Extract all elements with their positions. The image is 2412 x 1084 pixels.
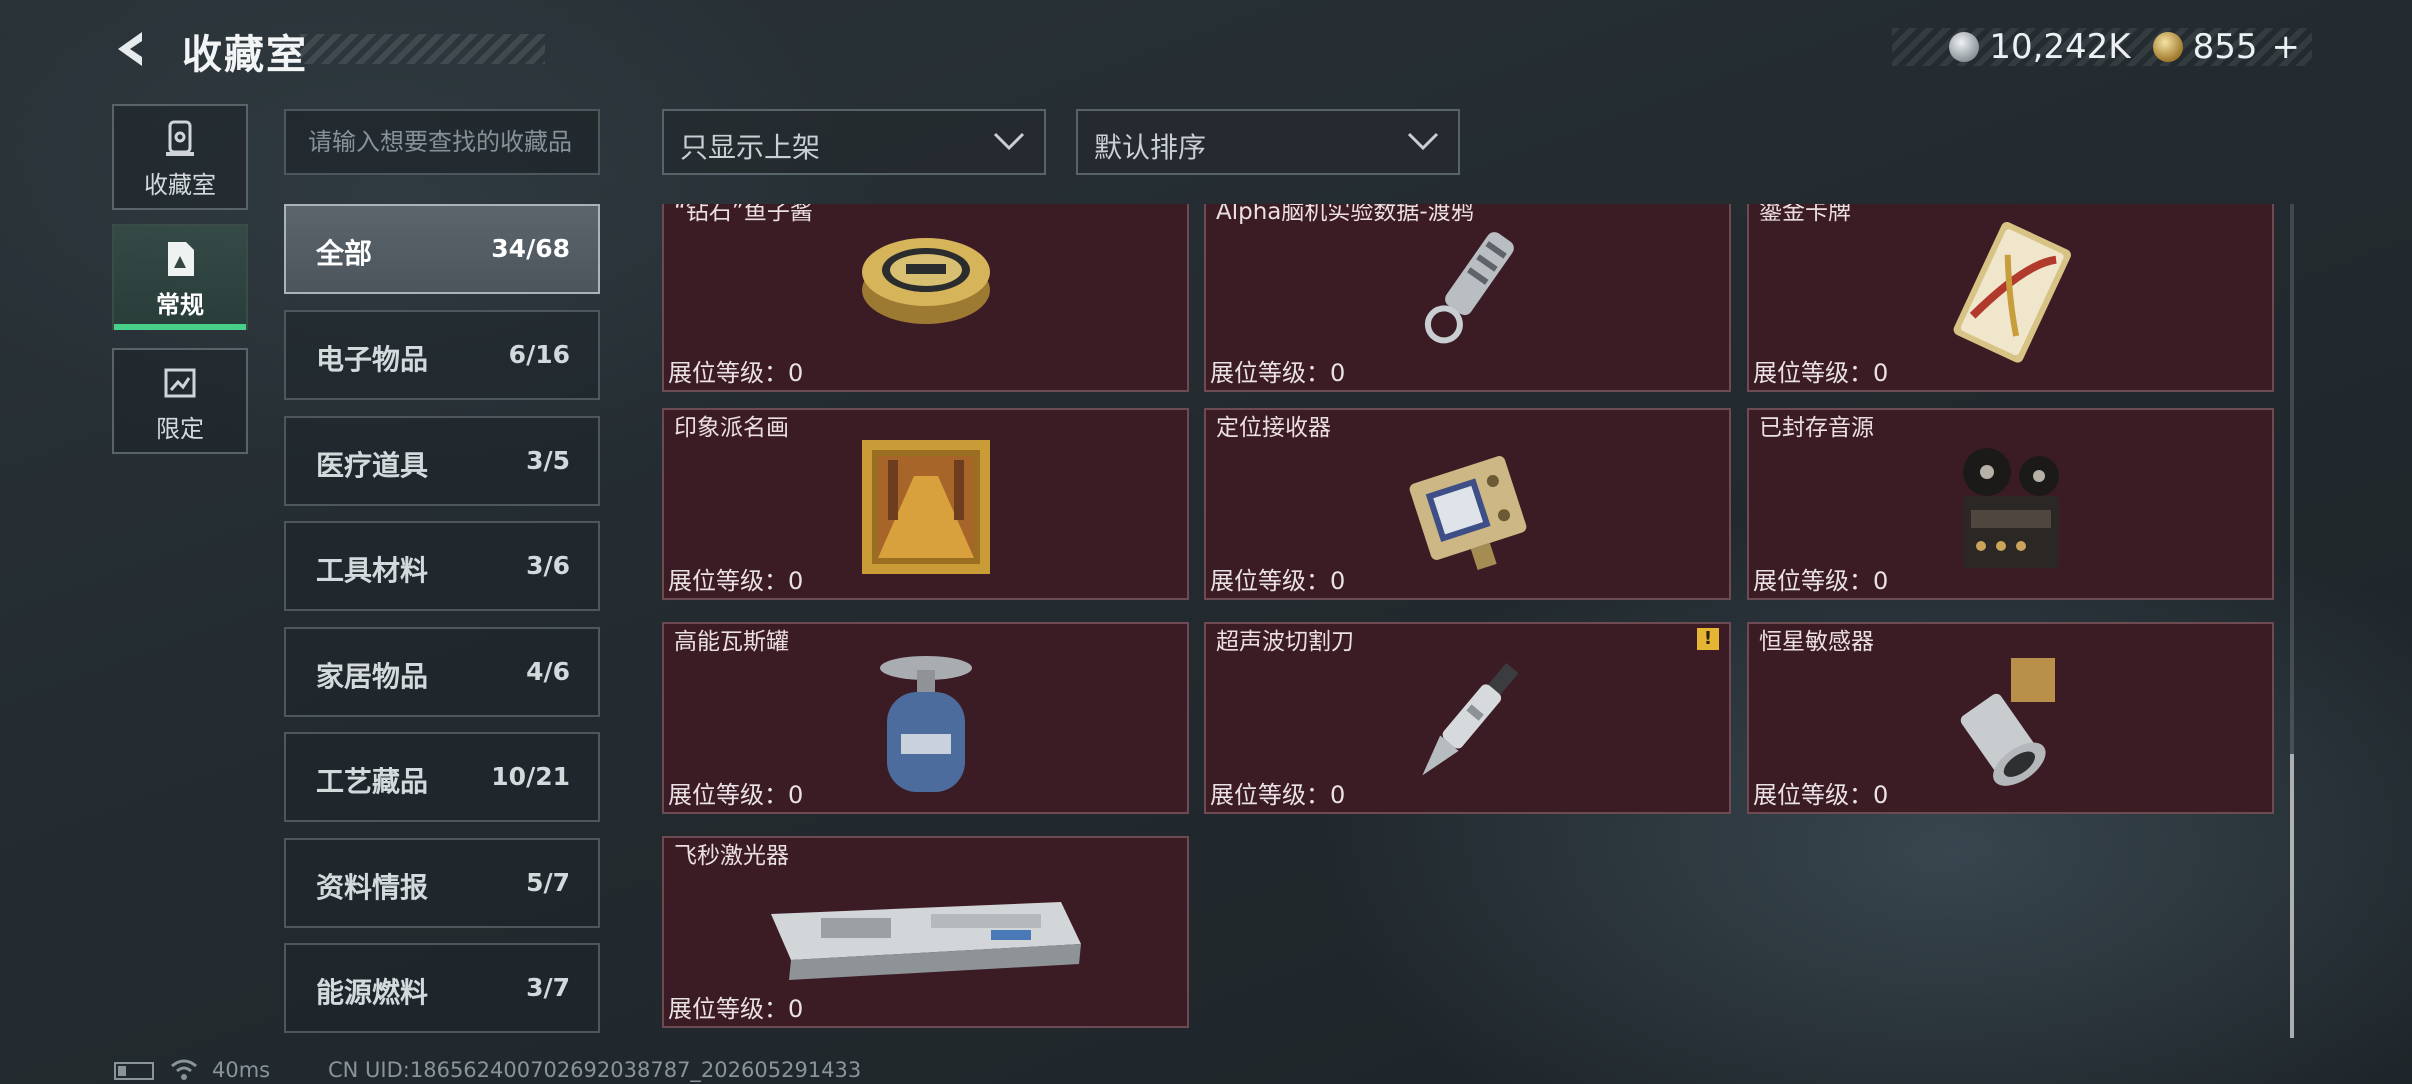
framed-painting-icon xyxy=(861,440,990,574)
item-card[interactable]: 鎏金卡牌 展位等级：0 xyxy=(1747,204,2274,392)
category-count: 10/21 xyxy=(491,762,570,791)
category-count: 4/6 xyxy=(526,657,570,686)
nav-label: 收藏室 xyxy=(144,171,216,199)
display-level: 展位等级：0 xyxy=(668,567,804,595)
category-medical[interactable]: 医疗道具 3/5 xyxy=(284,416,600,506)
battery-icon xyxy=(114,1062,154,1080)
item-name: “钻石”鱼子酱 xyxy=(674,204,813,225)
silver-balance: 10,242K xyxy=(1989,27,2131,67)
item-name: 已封存音源 xyxy=(1759,415,1874,441)
category-count: 6/16 xyxy=(508,340,570,369)
category-crafts[interactable]: 工艺藏品 10/21 xyxy=(284,732,600,822)
regular-icon xyxy=(168,242,194,276)
sort-dropdown[interactable]: 默认排序 xyxy=(1076,109,1460,175)
display-level: 展位等级：0 xyxy=(668,359,804,387)
title-decoration xyxy=(300,34,545,64)
display-level: 展位等级：0 xyxy=(1753,567,1889,595)
category-count: 3/6 xyxy=(526,551,570,580)
category-name: 医疗道具 xyxy=(316,449,429,482)
gilded-card-icon xyxy=(1953,222,2071,363)
ultrasonic-cutter-icon xyxy=(1421,663,1518,776)
filter-label: 只显示上架 xyxy=(680,131,821,164)
item-name: 印象派名画 xyxy=(674,415,789,441)
chevron-down-icon xyxy=(1407,132,1439,151)
item-card[interactable]: 已封存音源 展位等级：0 xyxy=(1747,408,2274,600)
item-name: 恒星敏感器 xyxy=(1759,629,1874,655)
sort-label: 默认排序 xyxy=(1094,131,1207,164)
item-card[interactable]: 印象派名画 展位等级：0 xyxy=(662,408,1189,600)
item-card[interactable]: “钻石”鱼子酱 展位等级：0 xyxy=(662,204,1189,392)
nav-label: 常规 xyxy=(156,291,204,319)
category-count: 3/7 xyxy=(526,973,570,1002)
category-name: 资料情报 xyxy=(316,871,429,904)
category-count: 34/68 xyxy=(491,234,570,263)
display-level: 展位等级：0 xyxy=(1210,567,1346,595)
filter-dropdown[interactable]: 只显示上架 xyxy=(662,109,1046,175)
category-household[interactable]: 家居物品 4/6 xyxy=(284,627,600,717)
reel-recorder-icon xyxy=(1962,448,2059,568)
gas-canister-icon xyxy=(879,656,972,792)
category-intel[interactable]: 资料情报 5/7 xyxy=(284,838,600,928)
item-card[interactable]: 恒星敏感器 展位等级：0 xyxy=(1747,622,2274,814)
item-card[interactable]: 超声波切割刀 ! 展位等级：0 xyxy=(1204,622,1731,814)
display-level: 展位等级：0 xyxy=(1210,781,1346,809)
currency-bar: 10,242K 855 + xyxy=(1892,27,2312,67)
category-count: 5/7 xyxy=(526,868,570,897)
star-sensor-icon xyxy=(1960,658,2055,786)
category-name: 全部 xyxy=(316,237,373,270)
uid-text: CN UID:18656240070269203878​7_2026052914… xyxy=(328,1058,862,1082)
display-level: 展位等级：0 xyxy=(1753,359,1889,387)
category-name: 电子物品 xyxy=(316,343,429,376)
data-drive-icon xyxy=(1424,232,1514,344)
search-input[interactable] xyxy=(284,109,600,175)
category-name: 工具材料 xyxy=(316,554,429,587)
item-name: 鎏金卡牌 xyxy=(1759,204,1851,225)
silver-coin-icon xyxy=(1949,32,1980,62)
limited-icon xyxy=(164,368,196,398)
category-count: 3/5 xyxy=(526,446,570,475)
back-arrow-icon[interactable] xyxy=(112,28,154,70)
display-level: 展位等级：0 xyxy=(668,995,804,1023)
page-title: 收藏室 xyxy=(182,32,308,78)
item-name: 飞秒激光器 xyxy=(674,843,789,869)
category-all[interactable]: 全部 34/68 xyxy=(284,204,600,294)
nav-limited[interactable]: 限定 xyxy=(112,348,248,454)
display-level: 展位等级：0 xyxy=(1210,359,1346,387)
collection-room-icon xyxy=(166,120,194,156)
nav-label: 限定 xyxy=(156,415,204,443)
item-name: 超声波切割刀 xyxy=(1216,629,1354,655)
wifi-icon xyxy=(171,1059,197,1080)
item-name: 定位接收器 xyxy=(1216,415,1331,441)
item-name: 高能瓦斯罐 xyxy=(674,629,789,655)
nav-regular[interactable]: 常规 xyxy=(112,224,248,330)
femtosecond-laser-icon xyxy=(770,902,1081,980)
ping-text: 40ms xyxy=(212,1058,271,1082)
gold-balance: 855 xyxy=(2192,27,2258,67)
item-card[interactable]: Alpha脑机实验数据-渡鸦 展位等级：0 xyxy=(1204,204,1731,392)
locator-receiver-icon xyxy=(1409,456,1526,571)
collection-grid: “钻石”鱼子酱 展位等级：0 Alpha脑机实验数据-渡鸦 展位等级：0 鎏金卡… xyxy=(662,204,2274,1038)
nav-collection-room[interactable]: 收藏室 xyxy=(112,104,248,210)
category-tools[interactable]: 工具材料 3/6 xyxy=(284,521,600,611)
item-card[interactable]: 高能瓦斯罐 展位等级：0 xyxy=(662,622,1189,814)
category-name: 能源燃料 xyxy=(316,976,429,1009)
display-level: 展位等级：0 xyxy=(1753,781,1889,809)
category-electronics[interactable]: 电子物品 6/16 xyxy=(284,310,600,400)
category-name: 家居物品 xyxy=(316,660,429,693)
category-name: 工艺藏品 xyxy=(316,765,429,798)
chevron-down-icon xyxy=(993,132,1025,151)
category-energy[interactable]: 能源燃料 3/7 xyxy=(284,943,600,1033)
item-card[interactable]: 定位接收器 展位等级：0 xyxy=(1204,408,1731,600)
gold-coin-icon xyxy=(2152,32,2183,62)
display-level: 展位等级：0 xyxy=(668,781,804,809)
caviar-tin-icon xyxy=(861,238,990,324)
active-indicator xyxy=(114,324,246,330)
item-card[interactable]: 飞秒激光器 展位等级：0 xyxy=(662,836,1189,1028)
add-currency-button[interactable]: + xyxy=(2272,27,2301,67)
scrollbar-thumb[interactable] xyxy=(2290,754,2294,1038)
warning-icon[interactable]: ! xyxy=(1697,628,1719,650)
